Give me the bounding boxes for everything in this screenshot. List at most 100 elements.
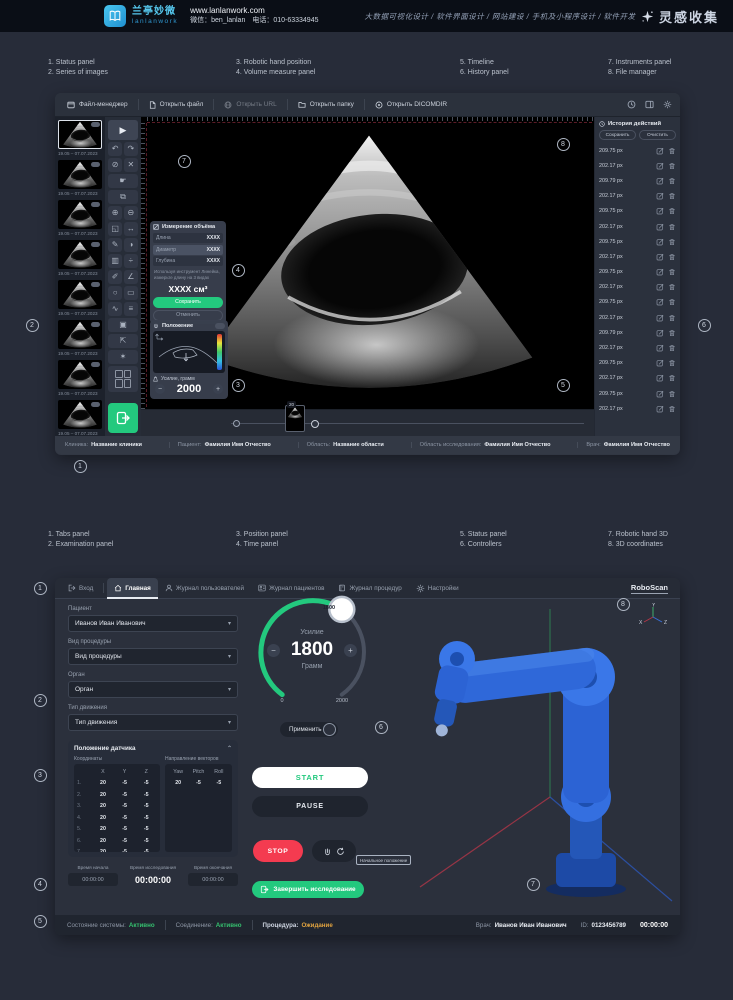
finish-button[interactable]: Завершить исследование xyxy=(252,881,364,898)
edit-icon[interactable] xyxy=(656,344,664,352)
angle-tool[interactable]: ∠ xyxy=(124,270,138,285)
collapse-icon[interactable]: ⌃ xyxy=(227,745,232,752)
force-minus-button[interactable]: − xyxy=(155,384,165,394)
motion-select[interactable]: Тип движения▾ xyxy=(68,714,238,731)
timeline-track[interactable] xyxy=(231,423,584,424)
trash-icon[interactable] xyxy=(668,329,676,337)
edit-icon[interactable] xyxy=(656,177,664,185)
grid-tool[interactable] xyxy=(108,366,138,392)
start-button[interactable]: START xyxy=(252,767,368,788)
toolbar-item-4[interactable]: Открыть DICOMDIR xyxy=(371,101,451,109)
redo-tool[interactable]: ↷ xyxy=(124,142,138,157)
trash-icon[interactable] xyxy=(668,390,676,398)
history-row[interactable]: 209.75 px xyxy=(599,143,676,158)
trash-icon[interactable] xyxy=(668,359,676,367)
history-row[interactable]: 202.17 px xyxy=(599,310,676,325)
toolbar-item-2[interactable]: Открыть URL xyxy=(220,101,280,109)
history-row[interactable]: 202.17 px xyxy=(599,371,676,386)
export-tool[interactable]: ⇱ xyxy=(108,334,138,349)
series-thumbnail[interactable]: 19.05 – 07.07.2023 xyxy=(58,400,102,436)
camera-tool[interactable]: ▣ xyxy=(108,318,138,333)
apply-toggle[interactable] xyxy=(323,723,336,736)
history-row[interactable]: 209.75 px xyxy=(599,295,676,310)
play-tool[interactable]: ▶ xyxy=(108,120,138,140)
trash-icon[interactable] xyxy=(668,207,676,215)
measure-row[interactable]: ГлубинаXXXX xyxy=(153,256,223,266)
edit-icon[interactable] xyxy=(656,359,664,367)
edit-icon[interactable] xyxy=(656,329,664,337)
zoom-in-tool[interactable]: ⊕ xyxy=(108,206,122,221)
organ-select[interactable]: Орган▾ xyxy=(68,681,238,698)
history-row[interactable]: 209.79 px xyxy=(599,325,676,340)
tab-5[interactable]: Настройки xyxy=(409,578,466,599)
tab-0[interactable]: Вход xyxy=(61,578,100,599)
force-plus-button[interactable]: + xyxy=(213,384,223,394)
timeline[interactable]: 20 xyxy=(141,409,594,436)
history-row[interactable]: 202.17 px xyxy=(599,340,676,355)
edit-icon[interactable] xyxy=(656,238,664,246)
history-row[interactable]: 209.75 px xyxy=(599,386,676,401)
curve-tool[interactable]: ∿ xyxy=(108,302,122,317)
series-thumbnail[interactable]: 19.05 – 07.07.2023 xyxy=(58,120,102,156)
series-thumbnail[interactable]: 19.05 – 07.07.2023 xyxy=(58,240,102,276)
gesture-tool[interactable]: ✶ xyxy=(108,350,138,365)
edit-icon[interactable] xyxy=(656,192,664,200)
history-row[interactable]: 209.75 px xyxy=(599,265,676,280)
series-thumbnail[interactable]: 19.05 – 07.07.2023 xyxy=(58,280,102,316)
trash-icon[interactable] xyxy=(668,253,676,261)
history-row[interactable]: 202.17 px xyxy=(599,189,676,204)
trash-icon[interactable] xyxy=(668,223,676,231)
cancel-tool[interactable]: ⊘ xyxy=(108,158,122,173)
series-thumbnail[interactable]: 19.05 – 07.07.2023 xyxy=(58,160,102,196)
robotic-hand-3d[interactable] xyxy=(400,601,680,909)
trash-icon[interactable] xyxy=(668,298,676,306)
tab-2[interactable]: Журнал пользователей xyxy=(158,578,251,599)
trash-icon[interactable] xyxy=(668,283,676,291)
pan-tool[interactable]: ↔ xyxy=(124,222,138,237)
trash-icon[interactable] xyxy=(668,344,676,352)
trash-icon[interactable] xyxy=(668,268,676,276)
trash-icon[interactable] xyxy=(668,192,676,200)
pencil-tool[interactable]: ✐ xyxy=(108,270,122,285)
edit-icon[interactable] xyxy=(656,314,664,322)
history-row[interactable]: 209.75 px xyxy=(599,234,676,249)
gauge-plus-button[interactable]: + xyxy=(344,644,357,657)
toolbar-item-0[interactable]: Файл-менеджер xyxy=(63,101,132,109)
edit-icon[interactable] xyxy=(656,390,664,398)
toolbar-item-3[interactable]: Открыть папку xyxy=(294,101,358,108)
trash-icon[interactable] xyxy=(668,177,676,185)
ultrasound-canvas[interactable]: Измерение объёма ДлинаXXXXДиаметрXXXXГлу… xyxy=(141,117,594,409)
stop-button[interactable]: STOP xyxy=(253,840,303,862)
history-clear-button[interactable]: Очистить xyxy=(639,130,676,140)
lines-tool[interactable]: ≡ xyxy=(124,302,138,317)
history-icon[interactable] xyxy=(627,100,636,109)
zoom-area-tool[interactable]: ◱ xyxy=(108,222,122,237)
zoom-out-tool[interactable]: ⊖ xyxy=(124,206,138,221)
edit-icon[interactable] xyxy=(656,147,664,155)
edit-icon[interactable] xyxy=(656,162,664,170)
edit-icon[interactable] xyxy=(656,374,664,382)
trash-icon[interactable] xyxy=(668,374,676,382)
undo-tool[interactable]: ↶ xyxy=(108,142,122,157)
trash-icon[interactable] xyxy=(668,238,676,246)
series-thumbnail[interactable]: 19.05 – 07.07.2023 xyxy=(58,320,102,356)
contrast-tool[interactable]: ◑ xyxy=(124,238,138,253)
history-row[interactable]: 209.75 px xyxy=(599,204,676,219)
edit-icon[interactable] xyxy=(656,207,664,215)
history-row[interactable]: 202.17 px xyxy=(599,249,676,264)
measure-save-button[interactable]: Сохранить xyxy=(153,297,223,308)
edit-icon[interactable] xyxy=(656,298,664,306)
histogram-tool[interactable]: ▥ xyxy=(108,254,122,269)
history-save-button[interactable]: Сохранить xyxy=(599,130,636,140)
series-thumbnail[interactable]: 19.05 – 07.07.2023 xyxy=(58,360,102,396)
edit-icon[interactable] xyxy=(656,268,664,276)
toolbar-item-1[interactable]: Открыть файл xyxy=(145,101,208,109)
timeline-start-marker[interactable] xyxy=(233,420,240,427)
history-row[interactable]: 202.17 px xyxy=(599,280,676,295)
timeline-handle[interactable] xyxy=(311,420,319,428)
edit-icon[interactable] xyxy=(656,405,664,413)
edit-icon[interactable] xyxy=(656,223,664,231)
tab-1[interactable]: Главная xyxy=(107,578,158,599)
pause-button[interactable]: PAUSE xyxy=(252,796,368,817)
edit-icon[interactable] xyxy=(656,283,664,291)
